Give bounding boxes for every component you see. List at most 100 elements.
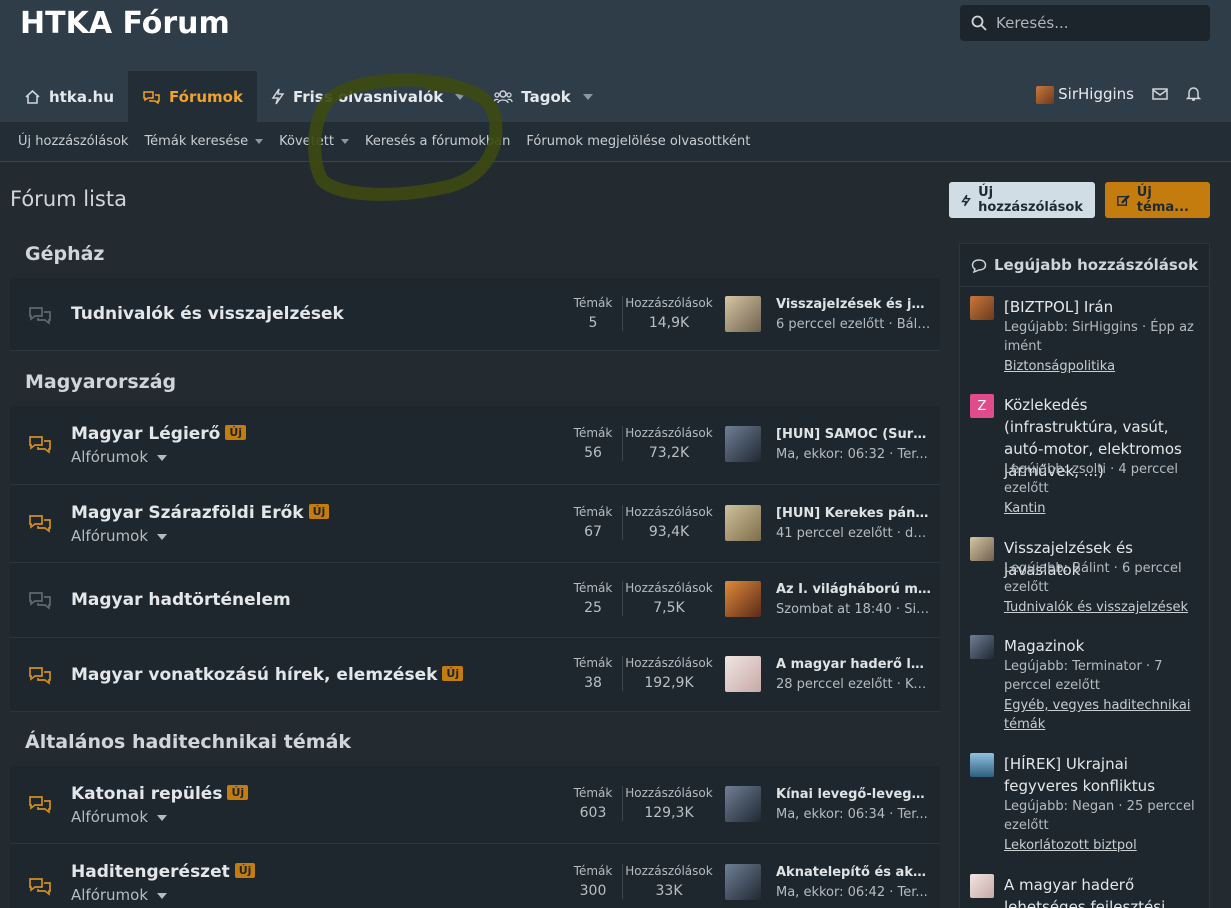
last-post-title[interactable]: [HUN] SAMOC (Surfa...	[776, 427, 931, 442]
new-topic-button[interactable]: Új téma...	[1105, 182, 1210, 218]
latest-post-title[interactable]: A magyar haderő lehetséges fejlesztési	[1004, 874, 1204, 908]
subnav-watched[interactable]: Követett	[279, 134, 349, 149]
latest-post-forum[interactable]: Kantin	[1004, 499, 1204, 518]
posts-label: Hozzászólások	[625, 581, 713, 595]
topics-label: Témák	[573, 426, 613, 440]
avatar[interactable]	[970, 537, 994, 561]
tab-htka[interactable]: htka.hu	[10, 71, 128, 122]
topics-label: Témák	[573, 786, 613, 800]
chevron-down-icon[interactable]	[582, 93, 593, 100]
forum-node: Magyar Szárazföldi Erők Új Alfórumok Témá…	[10, 485, 940, 563]
subnav-find-threads[interactable]: Témák keresése	[144, 134, 264, 149]
site-logo[interactable]: HTKA Fórum	[20, 6, 230, 41]
user-menu[interactable]: SirHiggins	[1036, 85, 1134, 104]
avatar[interactable]	[725, 656, 761, 692]
last-post-title[interactable]: [HUN] Kerekes páncél...	[776, 506, 931, 521]
subforums-label: Alfórumok	[71, 886, 149, 904]
topics-count: 300	[579, 883, 607, 899]
avatar[interactable]	[970, 753, 994, 777]
site-header: HTKA Fórum Keresés... htka.hu Fórumok Fr…	[0, 0, 1231, 122]
avatar[interactable]	[725, 786, 761, 822]
topics-count: 56	[584, 445, 602, 461]
latest-post-forum[interactable]: Egyéb, vegyes haditechnikai témák	[1004, 696, 1204, 734]
forum-title[interactable]: Magyar hadtörténelem	[71, 590, 291, 610]
last-post-title[interactable]: A magyar haderő leh...	[776, 657, 931, 672]
subforums-label: Alfórumok	[71, 527, 149, 545]
avatar[interactable]	[970, 874, 994, 898]
new-topic-label: Új téma...	[1136, 185, 1189, 215]
topics-stat: Témák 56	[563, 426, 623, 461]
username: SirHiggins	[1058, 85, 1134, 103]
tab-forums[interactable]: Fórumok	[128, 71, 257, 122]
subnav-mark-read[interactable]: Fórumok megjelölése olvasottként	[526, 134, 750, 149]
tab-members[interactable]: Tagok	[479, 71, 606, 122]
subnav-new-posts[interactable]: Új hozzászólások	[18, 134, 128, 149]
posts-count: 93,4K	[648, 524, 690, 540]
forum-node: Tudnivalók és visszajelzések Témák 5 Hozz…	[10, 278, 940, 351]
topics-count: 5	[588, 315, 598, 331]
avatar[interactable]	[970, 296, 994, 320]
last-post-title[interactable]: Aknatelepítő és akna...	[776, 865, 931, 880]
latest-post-title[interactable]: [BIZTPOL] Irán	[1004, 296, 1204, 318]
inbox-icon[interactable]	[1152, 87, 1168, 101]
latest-post-forum[interactable]: Biztonságpolitika	[1004, 357, 1204, 376]
latest-post-forum[interactable]: Tudnivalók és visszajelzések	[1004, 598, 1204, 617]
chevron-down-icon	[340, 139, 349, 144]
tab-whats-new[interactable]: Friss olvasnivalók	[257, 71, 479, 122]
latest-post-title[interactable]: Magazinok	[1004, 635, 1204, 657]
search-box[interactable]: Keresés...	[960, 5, 1210, 41]
subforums-label: Alfórumok	[71, 808, 149, 826]
latest-post-meta: Legújabb: Negan · 25 perccel ezelőtt	[1004, 799, 1195, 833]
forum-title[interactable]: Magyar Légierő Új	[71, 424, 247, 444]
forum-title[interactable]: Haditengerészet Új	[71, 862, 256, 882]
widget-header: Legújabb hozzászólások	[960, 244, 1209, 287]
forum-title[interactable]: Katonai repülés Új	[71, 784, 249, 804]
last-post-title[interactable]: Visszajelzések és java...	[776, 297, 931, 312]
chevron-down-icon	[157, 533, 168, 540]
category-title[interactable]: Gépház	[25, 243, 105, 265]
avatar[interactable]	[725, 426, 761, 462]
forum-title[interactable]: Tudnivalók és visszajelzések	[71, 304, 344, 324]
latest-post-forum[interactable]: Lekorlátozott biztpol	[1004, 836, 1204, 855]
new-posts-button[interactable]: Új hozzászólások	[949, 182, 1095, 218]
subforums-toggle[interactable]: Alfórumok	[71, 527, 168, 545]
posts-label: Hozzászólások	[625, 426, 713, 440]
new-badge: Új	[225, 424, 247, 440]
category-title[interactable]: Magyarország	[25, 371, 176, 393]
forum-node: Magyar hadtörténelem Témák 25 Hozzászólás…	[10, 563, 940, 638]
forum-node: Magyar vonatkozású hírek, elemzések Új Té…	[10, 638, 940, 712]
avatar[interactable]	[725, 505, 761, 541]
avatar[interactable]	[725, 581, 761, 617]
forum-title[interactable]: Magyar vonatkozású hírek, elemzések Új	[71, 665, 464, 685]
bolt-icon	[961, 194, 971, 206]
bell-icon[interactable]	[1186, 86, 1201, 102]
last-post-title[interactable]: Kínai levegő-levegő r...	[776, 787, 931, 802]
last-post-meta: Ma, ekkor: 06:32 · Ter...	[776, 447, 928, 462]
avatar[interactable]	[725, 296, 761, 332]
posts-stat: Hozzászólások 129,3K	[622, 786, 715, 821]
topics-stat: Témák 5	[563, 296, 623, 331]
latest-post-meta: Legújabb: zsolti · 4 perccel ezelőtt	[1004, 462, 1178, 496]
subforums-toggle[interactable]: Alfórumok	[71, 448, 168, 466]
users-icon	[493, 89, 513, 103]
last-post-meta: Ma, ekkor: 06:34 · Ter...	[776, 807, 928, 822]
category-title[interactable]: Általános haditechnikai témák	[25, 731, 351, 753]
avatar[interactable]	[970, 635, 994, 659]
posts-count: 7,5K	[653, 600, 685, 616]
latest-post-title[interactable]: [HÍREK] Ukrajnai fegyveres konfliktus	[1004, 753, 1204, 797]
topics-stat: Témák 603	[563, 786, 623, 821]
sub-nav: Új hozzászólások Témák keresése Követett…	[0, 122, 1231, 162]
chat-icon	[29, 307, 51, 325]
forum-title[interactable]: Magyar Szárazföldi Erők Új	[71, 503, 330, 523]
avatar[interactable]	[725, 864, 761, 900]
subnav-search-forums[interactable]: Keresés a fórumokban	[365, 134, 510, 149]
search-icon	[971, 15, 987, 31]
subforums-toggle[interactable]: Alfórumok	[71, 886, 168, 904]
avatar[interactable]: Z	[970, 394, 994, 418]
widget-title[interactable]: Legújabb hozzászólások	[994, 256, 1198, 274]
subforums-toggle[interactable]: Alfórumok	[71, 808, 168, 826]
new-badge: Új	[227, 784, 249, 800]
topics-count: 38	[584, 675, 602, 691]
last-post-title[interactable]: Az I. világháború ma...	[776, 582, 931, 597]
chevron-down-icon[interactable]	[455, 93, 466, 100]
